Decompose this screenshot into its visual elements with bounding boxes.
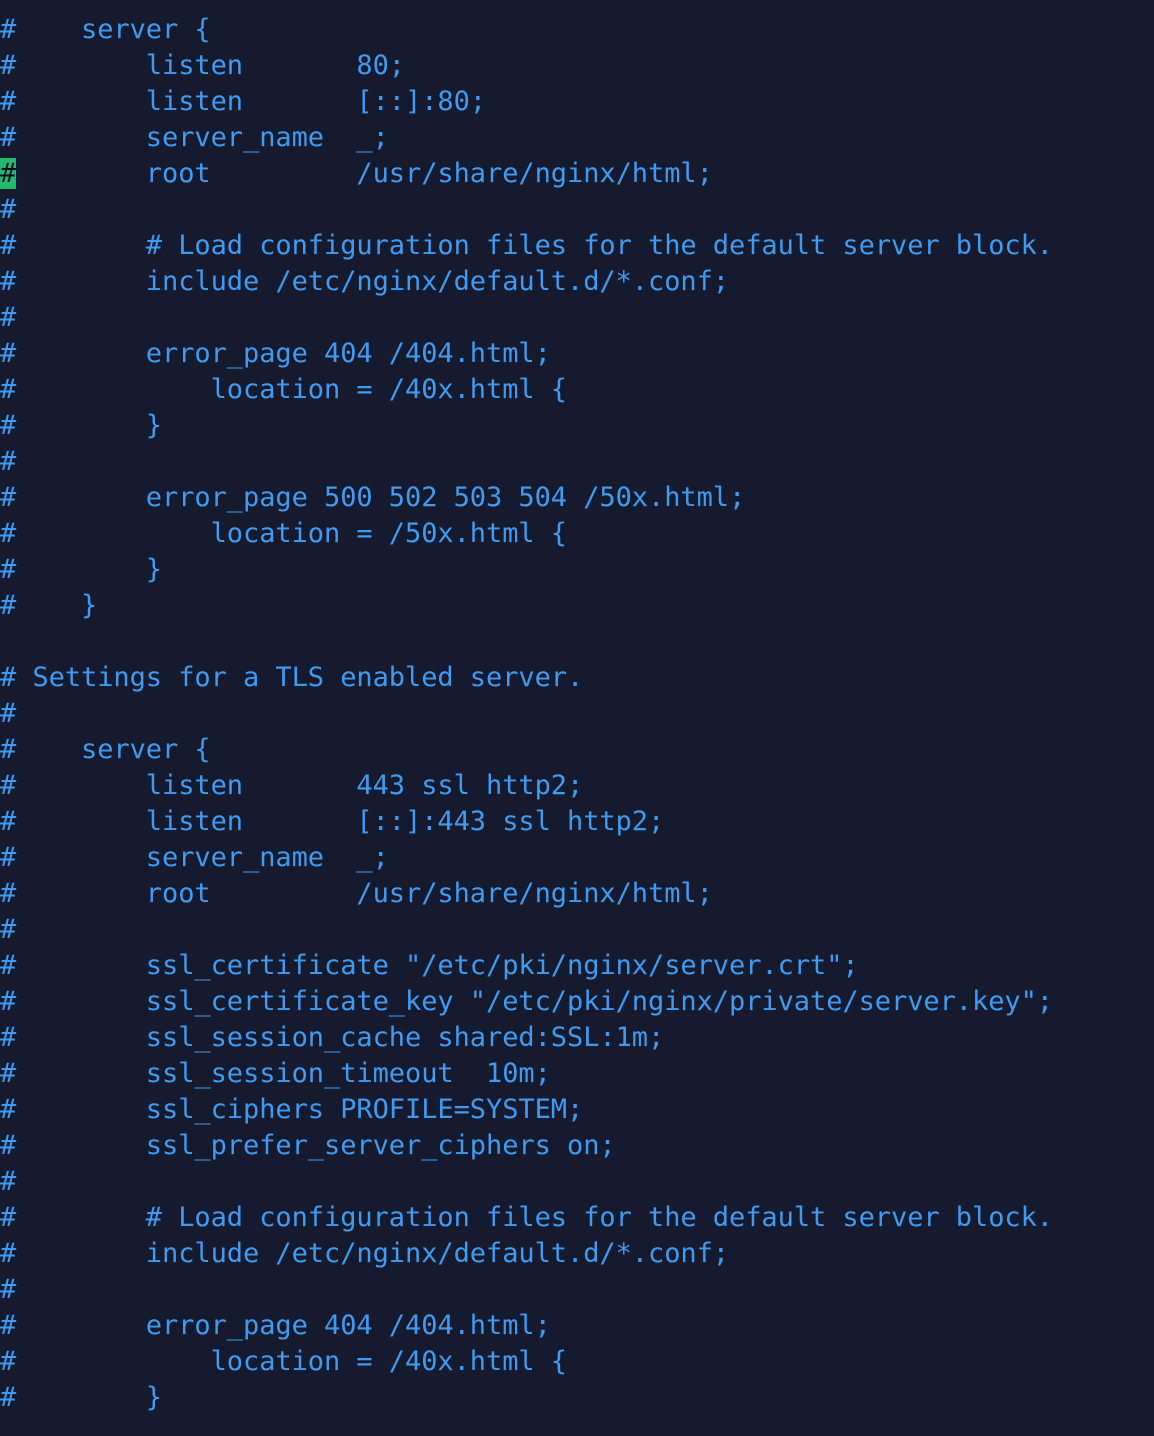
- code-line-text: # error_page 500 502 503 504 /50x.html;: [0, 482, 746, 513]
- code-line[interactable]: # ssl_prefer_server_ciphers on;: [0, 1128, 1154, 1164]
- code-line[interactable]: # root /usr/share/nginx/html;: [0, 156, 1154, 192]
- code-line[interactable]: # location = /40x.html {: [0, 372, 1154, 408]
- code-line-text: # ssl_session_cache shared:SSL:1m;: [0, 1022, 665, 1053]
- code-line-text: # server_name _;: [0, 842, 389, 873]
- code-line[interactable]: #: [0, 696, 1154, 732]
- text-cursor: #: [0, 158, 17, 189]
- code-line[interactable]: # listen [::]:80;: [0, 84, 1154, 120]
- code-line[interactable]: # location = /50x.html {: [0, 516, 1154, 552]
- code-line[interactable]: # include /etc/nginx/default.d/*.conf;: [0, 264, 1154, 300]
- code-line-text: # listen 80;: [0, 50, 405, 81]
- code-line-text: # server_name _;: [0, 122, 389, 153]
- code-line[interactable]: # }: [0, 408, 1154, 444]
- code-line[interactable]: # # Load configuration files for the def…: [0, 228, 1154, 264]
- code-line-text: #: [0, 446, 17, 477]
- code-line-text: #: [0, 698, 17, 729]
- code-line-text: # # Load configuration files for the def…: [0, 230, 1053, 261]
- code-line-text: # }: [0, 554, 162, 585]
- code-line[interactable]: # error_page 500 502 503 504 /50x.html;: [0, 480, 1154, 516]
- text-buffer[interactable]: # server {# listen 80; # listen [::]:80; #…: [0, 12, 1154, 1416]
- code-line-text: #: [0, 194, 17, 225]
- code-line-text: # location = /40x.html {: [0, 1346, 567, 1377]
- code-line[interactable]: # }: [0, 1380, 1154, 1416]
- code-line[interactable]: # listen [::]:443 ssl http2;: [0, 804, 1154, 840]
- code-line-text: # # Load configuration files for the def…: [0, 1202, 1053, 1233]
- code-line[interactable]: # server_name _;: [0, 840, 1154, 876]
- code-line-text: # listen 443 ssl http2;: [0, 770, 584, 801]
- code-line[interactable]: #: [0, 300, 1154, 336]
- code-line[interactable]: # server {: [0, 12, 1154, 48]
- code-line[interactable]: # location = /40x.html {: [0, 1344, 1154, 1380]
- code-line[interactable]: # ssl_certificate "/etc/pki/nginx/server…: [0, 948, 1154, 984]
- code-line[interactable]: # include /etc/nginx/default.d/*.conf;: [0, 1236, 1154, 1272]
- code-line-text: # }: [0, 1382, 162, 1413]
- code-line[interactable]: #: [0, 912, 1154, 948]
- code-line-text: root /usr/share/nginx/html;: [16, 158, 713, 189]
- code-line[interactable]: # }: [0, 552, 1154, 588]
- code-line-text: # listen [::]:443 ssl http2;: [0, 806, 665, 837]
- code-line-text: # }: [0, 590, 98, 621]
- code-line[interactable]: # ssl_session_cache shared:SSL:1m;: [0, 1020, 1154, 1056]
- code-line-text: #: [0, 1166, 17, 1197]
- code-line[interactable]: # root /usr/share/nginx/html;: [0, 876, 1154, 912]
- code-line-text: #: [0, 302, 17, 333]
- terminal-window[interactable]: # server {# listen 80; # listen [::]:80; #…: [0, 0, 1154, 1436]
- code-line-text: # ssl_certificate_key "/etc/pki/nginx/pr…: [0, 986, 1053, 1017]
- code-line[interactable]: #: [0, 1272, 1154, 1308]
- code-line[interactable]: #: [0, 1164, 1154, 1200]
- code-line-text: # ssl_ciphers PROFILE=SYSTEM;: [0, 1094, 584, 1125]
- code-line[interactable]: # ssl_ciphers PROFILE=SYSTEM;: [0, 1092, 1154, 1128]
- code-line-text: # location = /50x.html {: [0, 518, 567, 549]
- code-line[interactable]: # server {: [0, 732, 1154, 768]
- code-line[interactable]: # ssl_certificate_key "/etc/pki/nginx/pr…: [0, 984, 1154, 1020]
- code-line[interactable]: # }: [0, 588, 1154, 624]
- code-line-text: # ssl_prefer_server_ciphers on;: [0, 1130, 616, 1161]
- code-line[interactable]: # error_page 404 /404.html;: [0, 1308, 1154, 1344]
- code-line-text: # ssl_certificate "/etc/pki/nginx/server…: [0, 950, 859, 981]
- code-line[interactable]: # listen 443 ssl http2;: [0, 768, 1154, 804]
- code-line-text: #: [0, 1274, 17, 1305]
- code-line-text: # include /etc/nginx/default.d/*.conf;: [0, 1238, 729, 1269]
- code-line[interactable]: [0, 624, 1154, 660]
- code-line[interactable]: # listen 80;: [0, 48, 1154, 84]
- code-line-text: # include /etc/nginx/default.d/*.conf;: [0, 266, 729, 297]
- code-line[interactable]: #: [0, 192, 1154, 228]
- code-line-text: # }: [0, 410, 162, 441]
- code-line-text: # listen [::]:80;: [0, 86, 486, 117]
- code-line-text: # server {: [0, 14, 211, 45]
- code-line[interactable]: # ssl_session_timeout 10m;: [0, 1056, 1154, 1092]
- code-line[interactable]: # Settings for a TLS enabled server.: [0, 660, 1154, 696]
- code-line[interactable]: # # Load configuration files for the def…: [0, 1200, 1154, 1236]
- code-line-text: # ssl_session_timeout 10m;: [0, 1058, 551, 1089]
- code-line-text: # location = /40x.html {: [0, 374, 567, 405]
- code-line-text: # error_page 404 /404.html;: [0, 338, 551, 369]
- code-line[interactable]: #: [0, 444, 1154, 480]
- code-line-text: # server {: [0, 734, 211, 765]
- code-line-text: # error_page 404 /404.html;: [0, 1310, 551, 1341]
- code-line-text: # root /usr/share/nginx/html;: [0, 878, 713, 909]
- code-line-text: #: [0, 914, 17, 945]
- code-line[interactable]: # error_page 404 /404.html;: [0, 336, 1154, 372]
- code-line[interactable]: # server_name _;: [0, 120, 1154, 156]
- code-line-text: # Settings for a TLS enabled server.: [0, 662, 584, 693]
